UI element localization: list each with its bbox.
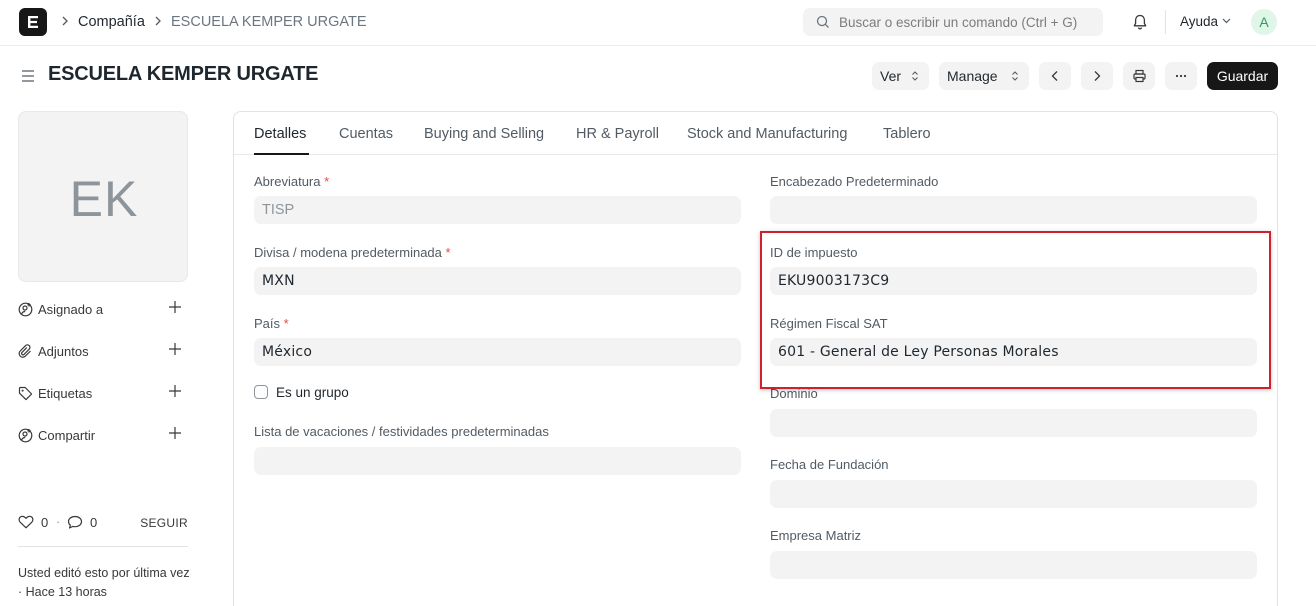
navbar-divider — [1165, 10, 1166, 34]
save-button[interactable]: Guardar — [1207, 62, 1278, 90]
top-navbar: Compañía ESCUELA KEMPER URGATE Ayuda A — [0, 0, 1316, 46]
company-image-placeholder[interactable]: EK — [18, 111, 188, 282]
sidebar-item-label: Etiquetas — [38, 386, 93, 401]
tab-hr-payroll[interactable]: HR & Payroll — [576, 126, 659, 142]
previous-record-button[interactable] — [1039, 62, 1071, 90]
app-logo-icon[interactable] — [19, 8, 47, 36]
sidebar-item-label: Adjuntos — [38, 344, 89, 359]
separator-dot: · — [56, 514, 61, 529]
tab-buying-and-selling[interactable]: Buying and Selling — [424, 126, 544, 142]
awesome-bar[interactable] — [803, 8, 1103, 36]
manage-button-label: Manage — [947, 68, 998, 84]
add-attachment-plus-icon[interactable] — [168, 342, 182, 356]
required-marker: * — [445, 245, 451, 260]
printer-icon — [1133, 69, 1146, 83]
abbreviation-field[interactable]: TISP — [254, 196, 741, 224]
sidebar-item-label: Asignado a — [38, 302, 104, 317]
add-assignee-plus-icon[interactable] — [168, 300, 182, 314]
chevron-left-icon — [1051, 71, 1058, 81]
likes-comments-bar: 0 · 0 SEGUIR — [18, 514, 188, 532]
view-button-label: Ver — [880, 68, 902, 84]
founding-date-label: Fecha de Fundación — [770, 457, 889, 472]
ellipsis-icon — [1175, 74, 1187, 78]
heart-icon[interactable] — [18, 515, 34, 529]
is-group-label[interactable]: Es un grupo — [276, 385, 349, 400]
holiday-list-field[interactable] — [254, 447, 741, 475]
print-button[interactable] — [1123, 62, 1155, 90]
tab-accounts[interactable]: Cuentas — [339, 126, 393, 142]
comment-icon[interactable] — [67, 515, 83, 530]
parent-company-field[interactable] — [770, 551, 1257, 579]
parent-company-label: Empresa Matriz — [770, 528, 862, 543]
country-label: País * — [254, 316, 289, 331]
sidebar-item-label: Compartir — [38, 428, 96, 443]
select-arrows-icon — [1012, 71, 1018, 81]
currency-label: Divisa / modena predeterminada * — [254, 245, 451, 260]
sidebar-item-share[interactable]: Compartir — [18, 426, 188, 446]
add-share-plus-icon[interactable] — [168, 426, 182, 440]
likes-count: 0 — [41, 515, 49, 530]
page-title: ESCUELA KEMPER URGATE — [48, 63, 319, 85]
sidebar-divider — [18, 546, 188, 547]
user-avatar[interactable]: A — [1251, 9, 1277, 35]
is-group-checkbox[interactable] — [254, 385, 268, 399]
chevron-right-icon — [1094, 71, 1101, 81]
country-field[interactable]: México — [254, 338, 741, 366]
sidebar-item-attachments[interactable]: Adjuntos — [18, 342, 188, 362]
active-tab-indicator — [254, 153, 309, 155]
sidebar-item-assigned-to[interactable]: Asignado a — [18, 300, 188, 320]
chevron-right-icon — [62, 16, 68, 26]
last-edited-note: Usted editó esto por última vez · Hace 1… — [18, 566, 190, 599]
breadcrumb-company[interactable]: Compañía — [78, 13, 145, 31]
chevron-down-icon[interactable] — [1222, 18, 1231, 24]
tab-stock-manufacturing[interactable]: Stock and Manufacturing — [687, 126, 847, 142]
search-input[interactable] — [839, 8, 1101, 36]
form-tabs: Detalles Cuentas Buying and Selling HR &… — [234, 112, 1277, 155]
tab-details[interactable]: Detalles — [254, 126, 306, 142]
holiday-list-label: Lista de vacaciones / festividades prede… — [254, 424, 549, 439]
more-actions-button[interactable] — [1165, 62, 1197, 90]
share-icon — [18, 428, 33, 443]
sidebar-toggle-icon[interactable] — [20, 68, 36, 84]
breadcrumb-current[interactable]: ESCUELA KEMPER URGATE — [171, 13, 367, 31]
notification-bell-icon[interactable] — [1131, 13, 1149, 31]
highlight-box — [760, 231, 1271, 389]
next-record-button[interactable] — [1081, 62, 1113, 90]
select-arrows-icon — [912, 71, 918, 81]
currency-field[interactable]: MXN — [254, 267, 741, 295]
abbreviation-label: Abreviatura * — [254, 174, 330, 189]
letterhead-label: Encabezado Predeterminado — [770, 174, 939, 189]
domain-field[interactable] — [770, 409, 1257, 437]
sidebar-item-tags[interactable]: Etiquetas — [18, 384, 188, 404]
tag-icon — [18, 386, 33, 401]
search-icon — [816, 15, 829, 28]
comments-count: 0 — [90, 515, 98, 530]
chevron-right-icon — [155, 16, 161, 26]
view-dropdown-button[interactable]: Ver — [872, 62, 929, 90]
attachment-icon — [18, 344, 31, 358]
founding-date-field[interactable] — [770, 480, 1257, 508]
help-dropdown[interactable]: Ayuda — [1180, 14, 1218, 29]
manage-dropdown-button[interactable]: Manage — [939, 62, 1029, 90]
add-tag-plus-icon[interactable] — [168, 384, 182, 398]
required-marker: * — [324, 174, 330, 189]
required-marker: * — [283, 316, 289, 331]
letterhead-field[interactable] — [770, 196, 1257, 224]
assign-icon — [18, 302, 33, 317]
tab-dashboard[interactable]: Tablero — [883, 126, 931, 142]
follow-button[interactable]: SEGUIR — [140, 516, 188, 530]
company-initials: EK — [69, 171, 139, 227]
